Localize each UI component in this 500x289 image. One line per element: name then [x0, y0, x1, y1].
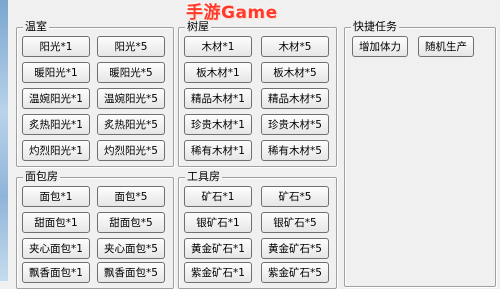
- fragrant-bread-x5-button[interactable]: 飘香面包*5: [97, 262, 165, 283]
- wood-x1-button[interactable]: 木材*1: [184, 36, 252, 57]
- precious-wood-x5-button[interactable]: 珍贵木材*5: [261, 114, 329, 135]
- fine-wood-x1-button[interactable]: 精品木材*1: [184, 88, 252, 109]
- blazing-sunlight-x5-button[interactable]: 灼烈阳光*5: [97, 140, 165, 161]
- sunlight-x5-button[interactable]: 阳光*5: [97, 36, 165, 57]
- wood-x5-button[interactable]: 木材*5: [261, 36, 329, 57]
- bread-x5-button[interactable]: 面包*5: [97, 186, 165, 207]
- gold-ore-x1-button[interactable]: 黄金矿石*1: [184, 238, 252, 259]
- precious-wood-x1-button[interactable]: 珍贵木材*1: [184, 114, 252, 135]
- sunlight-x1-button[interactable]: 阳光*1: [22, 36, 90, 57]
- bakery-title: 面包房: [23, 170, 60, 184]
- shortcuts-title: 快捷任务: [351, 20, 399, 34]
- filled-bread-x1-button[interactable]: 夹心面包*1: [22, 238, 90, 259]
- bread-x1-button[interactable]: 面包*1: [22, 186, 90, 207]
- left-window-edge: [0, 0, 8, 281]
- rare-wood-x5-button[interactable]: 稀有木材*5: [261, 140, 329, 161]
- silver-ore-x1-button[interactable]: 银矿石*1: [184, 212, 252, 233]
- random-production-button[interactable]: 随机生产: [418, 36, 474, 57]
- site-watermark: 手游Game: [186, 3, 278, 23]
- fine-wood-x5-button[interactable]: 精品木材*5: [261, 88, 329, 109]
- sweet-bread-x5-button[interactable]: 甜面包*5: [97, 212, 165, 233]
- hot-sunlight-x1-button[interactable]: 炙热阳光*1: [22, 114, 90, 135]
- blazing-sunlight-x1-button[interactable]: 灼烈阳光*1: [22, 140, 90, 161]
- purple-gold-ore-x1-button[interactable]: 紫金矿石*1: [184, 262, 252, 283]
- gentle-sunlight-x5-button[interactable]: 温婉阳光*5: [97, 88, 165, 109]
- greenhouse-title: 温室: [23, 20, 49, 34]
- rare-wood-x1-button[interactable]: 稀有木材*1: [184, 140, 252, 161]
- sweet-bread-x1-button[interactable]: 甜面包*1: [22, 212, 90, 233]
- gentle-sunlight-x1-button[interactable]: 温婉阳光*1: [22, 88, 90, 109]
- fragrant-bread-x1-button[interactable]: 飘香面包*1: [22, 262, 90, 283]
- filled-bread-x5-button[interactable]: 夹心面包*5: [97, 238, 165, 259]
- ore-x5-button[interactable]: 矿石*5: [261, 186, 329, 207]
- shortcuts-group: 快捷任务: [344, 20, 496, 287]
- hot-sunlight-x5-button[interactable]: 炙热阳光*5: [97, 114, 165, 135]
- silver-ore-x5-button[interactable]: 银矿石*5: [261, 212, 329, 233]
- warm-sunlight-x1-button[interactable]: 暖阳光*1: [22, 62, 90, 83]
- plank-wood-x1-button[interactable]: 板木材*1: [184, 62, 252, 83]
- plank-wood-x5-button[interactable]: 板木材*5: [261, 62, 329, 83]
- ore-x1-button[interactable]: 矿石*1: [184, 186, 252, 207]
- purple-gold-ore-x5-button[interactable]: 紫金矿石*5: [261, 262, 329, 283]
- workshop-title: 工具房: [185, 170, 222, 184]
- gold-ore-x5-button[interactable]: 黄金矿石*5: [261, 238, 329, 259]
- add-stamina-button[interactable]: 增加体力: [352, 36, 408, 57]
- warm-sunlight-x5-button[interactable]: 暖阳光*5: [97, 62, 165, 83]
